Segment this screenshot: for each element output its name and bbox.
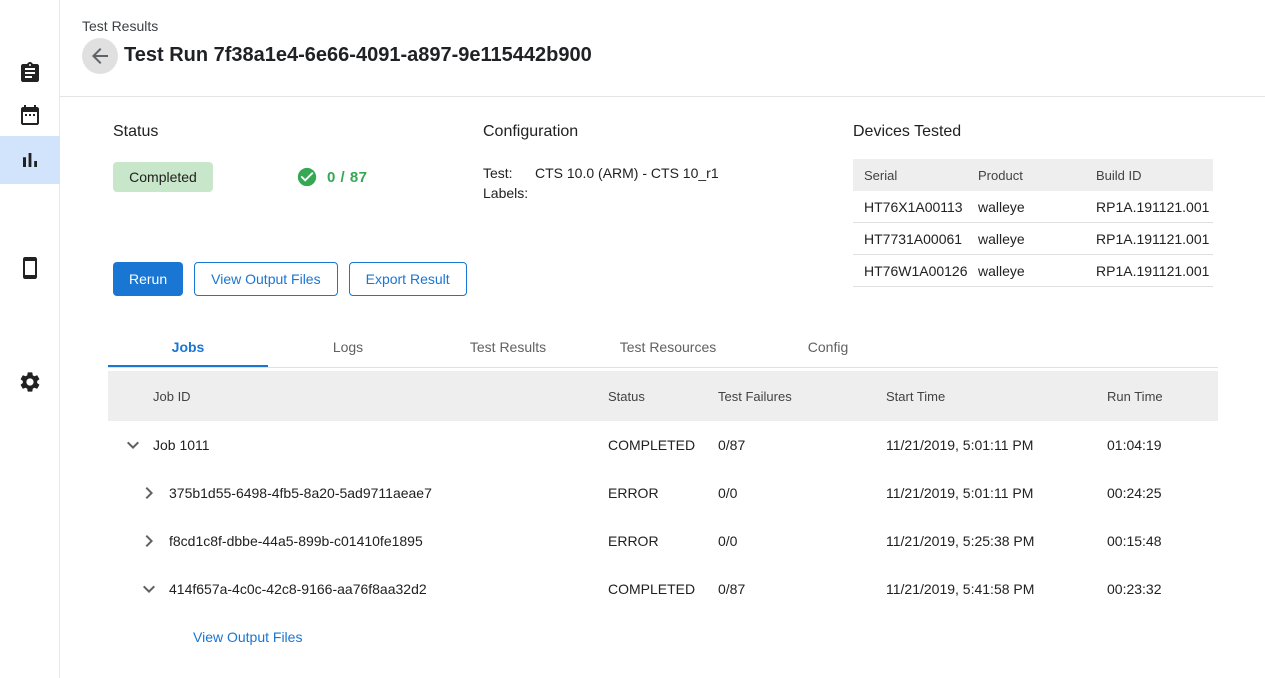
view-output-files-link[interactable]: View Output Files [193, 629, 302, 645]
job-status: COMPLETED [608, 437, 718, 453]
chevron-right-icon[interactable] [137, 529, 161, 553]
page-title: Test Run 7f38a1e4-6e66-4091-a897-9e11544… [124, 44, 592, 67]
tab-logs[interactable]: Logs [268, 328, 428, 367]
attempt-status: ERROR [608, 533, 718, 549]
attempt-start-time: 11/21/2019, 5:41:58 PM [886, 581, 1107, 597]
action-buttons: Rerun View Output Files Export Result [113, 262, 467, 296]
tab-test-resources[interactable]: Test Resources [588, 328, 748, 367]
check-circle-icon [296, 166, 318, 188]
device-product: walleye [978, 199, 1096, 215]
clipboard-icon [18, 61, 42, 85]
device-build: RP1A.191121.001 [1096, 263, 1213, 279]
job-row: Job 1011 COMPLETED 0/87 11/21/2019, 5:01… [108, 421, 1218, 469]
device-serial: HT7731A00061 [864, 231, 978, 247]
calendar-icon [18, 104, 42, 128]
device-row: HT76X1A00113 walleye RP1A.191121.001 [853, 191, 1213, 223]
tab-bar: Jobs Logs Test Results Test Resources Co… [108, 328, 1218, 368]
device-build: RP1A.191121.001 [1096, 231, 1213, 247]
jobs-col-failures: Test Failures [718, 389, 886, 404]
attempt-run-time: 00:23:32 [1107, 581, 1218, 597]
attempt-id: f8cd1c8f-dbbe-44a5-899b-c01410fe1895 [169, 533, 423, 549]
pass-count: 0 / 87 [327, 169, 368, 186]
smartphone-icon [18, 256, 42, 280]
jobs-col-run: Run Time [1107, 389, 1218, 404]
attempt-status: COMPLETED [608, 581, 718, 597]
job-attempt-row: 414f657a-4c0c-42c8-9166-aa76f8aa32d2 COM… [108, 565, 1218, 613]
main-content: Status Completed 0 / 87 Configuration Te… [60, 98, 1265, 678]
tab-jobs[interactable]: Jobs [108, 328, 268, 367]
sidebar-item-settings[interactable] [0, 358, 60, 406]
attempt-detail-row: View Output Files [108, 613, 1218, 661]
back-button[interactable] [82, 38, 118, 74]
device-build: RP1A.191121.001 [1096, 199, 1213, 215]
attempt-start-time: 11/21/2019, 5:01:11 PM [886, 485, 1107, 501]
job-start-time: 11/21/2019, 5:01:11 PM [886, 437, 1107, 453]
jobs-table: Job ID Status Test Failures Start Time R… [108, 371, 1218, 661]
gear-icon [18, 370, 42, 394]
attempt-run-time: 00:24:25 [1107, 485, 1218, 501]
attempt-run-time: 00:15:48 [1107, 533, 1218, 549]
jobs-col-start: Start Time [886, 389, 1107, 404]
attempt-status: ERROR [608, 485, 718, 501]
sidebar-item-devices[interactable] [0, 244, 60, 292]
device-row: HT76W1A00126 walleye RP1A.191121.001 [853, 255, 1213, 287]
device-product: walleye [978, 263, 1096, 279]
export-result-button[interactable]: Export Result [349, 262, 467, 296]
config-test-label: Test: [483, 163, 535, 183]
devices-col-serial: Serial [864, 168, 978, 183]
attempt-id: 375b1d55-6498-4fb5-8a20-5ad9711aeae7 [169, 485, 432, 501]
devices-col-build: Build ID [1096, 168, 1213, 183]
config-labels-label: Labels: [483, 183, 535, 203]
pass-count-group: 0 / 87 [296, 166, 368, 188]
configuration-section: Configuration Test: CTS 10.0 (ARM) - CTS… [483, 123, 843, 203]
device-serial: HT76X1A00113 [864, 199, 978, 215]
bar-chart-icon [18, 148, 42, 172]
jobs-col-status: Status [608, 389, 718, 404]
device-serial: HT76W1A00126 [864, 263, 978, 279]
job-failures: 0/87 [718, 437, 886, 453]
page-header: Test Results Test Run 7f38a1e4-6e66-4091… [60, 0, 1265, 97]
job-attempt-row: f8cd1c8f-dbbe-44a5-899b-c01410fe1895 ERR… [108, 517, 1218, 565]
attempt-failures: 0/0 [718, 533, 886, 549]
job-attempt-row: 375b1d55-6498-4fb5-8a20-5ad9711aeae7 ERR… [108, 469, 1218, 517]
jobs-col-id: Job ID [108, 389, 608, 404]
devices-col-product: Product [978, 168, 1096, 183]
chevron-down-icon[interactable] [137, 577, 161, 601]
status-section: Status Completed 0 / 87 [113, 123, 473, 192]
chevron-right-icon[interactable] [137, 481, 161, 505]
devices-table: Serial Product Build ID HT76X1A00113 wal… [853, 159, 1213, 287]
jobs-table-header: Job ID Status Test Failures Start Time R… [108, 371, 1218, 421]
view-output-files-button[interactable]: View Output Files [194, 262, 337, 296]
device-product: walleye [978, 231, 1096, 247]
sidebar-item-test-plans[interactable] [0, 49, 60, 97]
rerun-button[interactable]: Rerun [113, 262, 183, 296]
device-row: HT7731A00061 walleye RP1A.191121.001 [853, 223, 1213, 255]
sidebar-item-test-results[interactable] [0, 136, 60, 184]
breadcrumb: Test Results [82, 18, 158, 34]
configuration-heading: Configuration [483, 123, 843, 141]
devices-table-header: Serial Product Build ID [853, 159, 1213, 191]
job-run-time: 01:04:19 [1107, 437, 1218, 453]
tab-config[interactable]: Config [748, 328, 908, 367]
attempt-failures: 0/0 [718, 485, 886, 501]
config-test-value: CTS 10.0 (ARM) - CTS 10_r1 [535, 163, 719, 183]
devices-heading: Devices Tested [853, 123, 1213, 141]
status-badge: Completed [113, 162, 213, 192]
sidebar-item-schedule[interactable] [0, 92, 60, 140]
attempt-failures: 0/87 [718, 581, 886, 597]
arrow-back-icon [88, 44, 112, 68]
job-id: Job 1011 [153, 437, 210, 453]
sidebar [0, 0, 60, 678]
attempt-id: 414f657a-4c0c-42c8-9166-aa76f8aa32d2 [169, 581, 427, 597]
chevron-down-icon[interactable] [121, 433, 145, 457]
devices-tested-section: Devices Tested Serial Product Build ID H… [853, 123, 1213, 287]
status-heading: Status [113, 123, 473, 141]
tab-test-results[interactable]: Test Results [428, 328, 588, 367]
attempt-start-time: 11/21/2019, 5:25:38 PM [886, 533, 1107, 549]
